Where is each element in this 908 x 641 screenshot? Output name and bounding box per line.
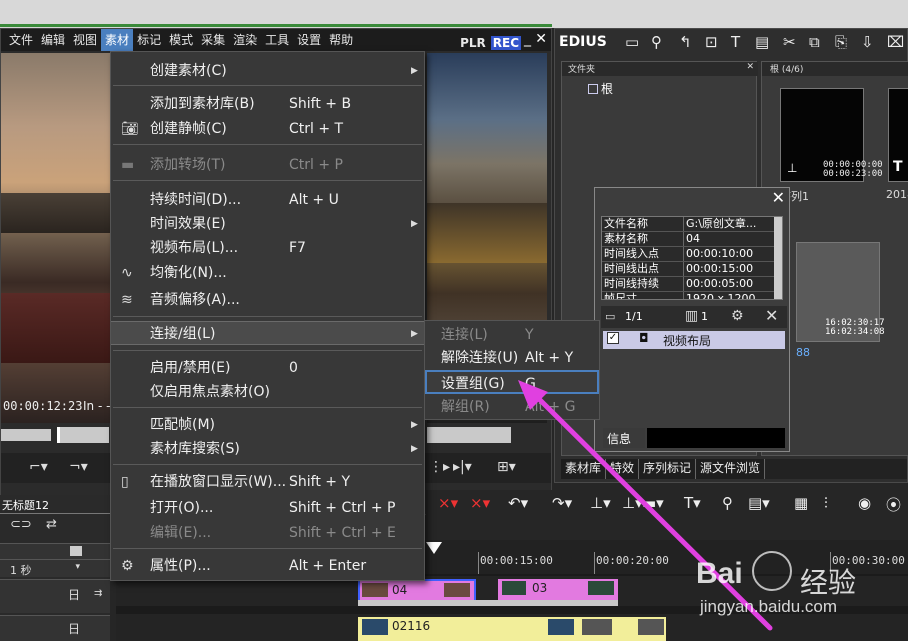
paw-icon bbox=[752, 551, 792, 591]
watermark-brand: Bai bbox=[696, 557, 743, 590]
baidu-watermark: Bai 经验 jingyan.baidu.com bbox=[696, 551, 906, 641]
watermark-url: jingyan.baidu.com bbox=[700, 597, 838, 616]
watermark-cn: 经验 bbox=[800, 567, 857, 598]
annotation-arrow-icon bbox=[518, 380, 773, 631]
edius-window: 文件 编辑 视图 素材 标记 模式 采集 渲染 工具 设置 帮助 PLR REC … bbox=[0, 0, 908, 641]
